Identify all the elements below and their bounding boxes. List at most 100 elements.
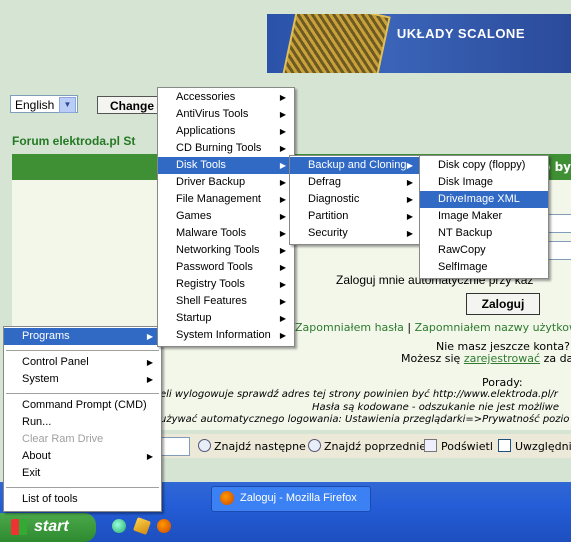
submenu-arrow-icon: ▶ [279,144,286,153]
highlight-label: Podświetl [441,440,493,453]
menu-item-label: Disk Tools [176,159,226,171]
firefox-quicklaunch-icon[interactable] [157,519,171,533]
network-icon[interactable] [112,519,126,533]
menu-item-accessories[interactable]: Accessories ▶ [158,89,294,106]
menu-separator [6,393,159,394]
register-link[interactable]: zarejestrować [464,352,540,365]
submenu-arrow-icon: ▶ [279,297,286,306]
forgot-password-link[interactable]: Zapomniałem hasła [295,321,404,334]
menu-item-run[interactable]: Run... [4,414,161,431]
submenu-arrow-icon: ▶ [279,127,286,136]
menu-item-driveimage-xml[interactable]: DriveImage XML [420,191,548,208]
menu-item-driver-backup[interactable]: Driver Backup ▶ [158,174,294,191]
disk-tools-submenu: Backup and Cloning ▶ Defrag ▶ Diagnostic ▶ … [289,155,422,245]
menu-item-password-tools[interactable]: Password Tools ▶ [158,259,294,276]
login-button[interactable]: Zaloguj [466,293,540,315]
menu-item-clear-ram-drive: Clear Ram Drive [4,431,161,448]
menu-item-label: Games [176,210,212,222]
menu-item-system-information[interactable]: System Information ▶ [158,327,294,344]
menu-item-label: Registry Tools [176,278,245,290]
menu-item-programs[interactable]: Programs ▶ [4,328,161,345]
menu-item-antivirus-tools[interactable]: AntiVirus Tools ▶ [158,106,294,123]
firefox-icon [220,491,234,505]
submenu-arrow-icon: ▶ [279,263,286,272]
menu-item-backup-and-cloning[interactable]: Backup and Cloning ▶ [290,157,421,174]
chip-graphic [281,14,391,73]
find-next-button[interactable]: Znajdź następne [198,439,306,453]
submenu-arrow-icon: ▶ [279,178,286,187]
programs-submenu: Accessories ▶ AntiVirus Tools ▶ Applicatio… [157,87,295,347]
change-language-button[interactable]: Change [97,96,159,114]
forgot-username-link[interactable]: Zapomniałem nazwy użytkow [415,321,571,334]
menu-item-label: Networking Tools [176,244,260,256]
menu-item-malware-tools[interactable]: Malware Tools ▶ [158,225,294,242]
submenu-arrow-icon: ▶ [279,246,286,255]
menu-item-file-management[interactable]: File Management ▶ [158,191,294,208]
menu-item-label: Programs [22,330,70,342]
menu-item-label: Security [308,227,348,239]
submenu-arrow-icon: ▶ [146,375,153,384]
menu-item-shell-features[interactable]: Shell Features ▶ [158,293,294,310]
language-select[interactable]: English ▼ [10,95,78,113]
menu-item-control-panel[interactable]: Control Panel ▶ [4,354,161,371]
menu-item-startup[interactable]: Startup ▶ [158,310,294,327]
submenu-arrow-icon: ▶ [279,93,286,102]
menu-item-defrag[interactable]: Defrag ▶ [290,174,421,191]
menu-item-security[interactable]: Security ▶ [290,225,421,242]
menu-item-exit[interactable]: Exit [4,465,161,482]
submenu-arrow-icon: ▶ [279,110,286,119]
highlight-button[interactable]: Podświetl [424,439,493,453]
submenu-arrow-icon: ▶ [146,358,153,367]
menu-item-games[interactable]: Games ▶ [158,208,294,225]
menu-item-partition[interactable]: Partition ▶ [290,208,421,225]
menu-item-applications[interactable]: Applications ▶ [158,123,294,140]
menu-item-label: Command Prompt (CMD) [22,399,147,411]
menu-item-disk-image[interactable]: Disk Image [420,174,548,191]
menu-item-nt-backup[interactable]: NT Backup [420,225,548,242]
match-case-label: Uwzględnij [515,440,571,453]
menu-item-label: Password Tools [176,261,253,273]
task-window-title: Zaloguj - Mozilla Firefox [240,492,357,504]
find-input[interactable] [158,437,190,456]
banner-image[interactable]: UKŁADY SCALONE [267,14,571,73]
menu-item-networking-tools[interactable]: Networking Tools ▶ [158,242,294,259]
menu-item-diagnostic[interactable]: Diagnostic ▶ [290,191,421,208]
menu-item-command-prompt[interactable]: Command Prompt (CMD) [4,397,161,414]
menu-item-registry-tools[interactable]: Registry Tools ▶ [158,276,294,293]
forum-title-link[interactable]: Forum elektroda.pl St [12,134,135,148]
menu-item-label: System Information [176,329,271,341]
backup-cloning-submenu: Disk copy (floppy) Disk Image DriveImage… [419,155,549,279]
firefox-task-button[interactable]: Zaloguj - Mozilla Firefox [211,486,371,512]
links-separator: | [407,321,412,334]
menu-item-disk-tools[interactable]: Disk Tools ▶ [158,157,294,174]
menu-item-cd-burning-tools[interactable]: CD Burning Tools ▶ [158,140,294,157]
menu-item-label: Startup [176,312,212,324]
menu-item-label: DriveImage XML [438,193,520,205]
menu-item-about[interactable]: About ▶ [4,448,161,465]
menu-item-disk-copy-floppy[interactable]: Disk copy (floppy) [420,157,548,174]
menu-item-system[interactable]: System ▶ [4,371,161,388]
menu-item-label: Defrag [308,176,342,188]
windows-logo-icon [11,519,27,535]
find-previous-button[interactable]: Znajdź poprzednie [308,439,426,453]
submenu-arrow-icon: ▶ [146,332,153,341]
menu-item-label: Malware Tools [176,227,247,239]
submenu-arrow-icon: ▶ [279,212,286,221]
submenu-arrow-icon: ▶ [279,331,286,340]
match-case-checkbox[interactable]: Uwzględnij [498,439,571,453]
menu-item-list-of-tools[interactable]: List of tools [4,491,161,508]
menu-item-selfimage[interactable]: SelfImage [420,259,548,276]
menu-item-label: Image Maker [438,210,503,222]
menu-item-label: Exit [22,467,41,479]
menu-item-label: Backup and Cloning [308,159,407,171]
menu-item-image-maker[interactable]: Image Maker [420,208,548,225]
menu-item-rawcopy[interactable]: RawCopy [420,242,548,259]
menu-item-label: Driver Backup [176,176,246,188]
menu-item-label: Control Panel [22,356,89,368]
chevron-down-icon[interactable]: ▼ [59,97,76,113]
menu-item-label: Shell Features [176,295,247,307]
register-row: Możesz się zarejestrować za da [401,352,571,365]
menu-item-label: CD Burning Tools [176,142,262,154]
start-button[interactable]: start [0,513,96,542]
submenu-arrow-icon: ▶ [406,212,413,221]
